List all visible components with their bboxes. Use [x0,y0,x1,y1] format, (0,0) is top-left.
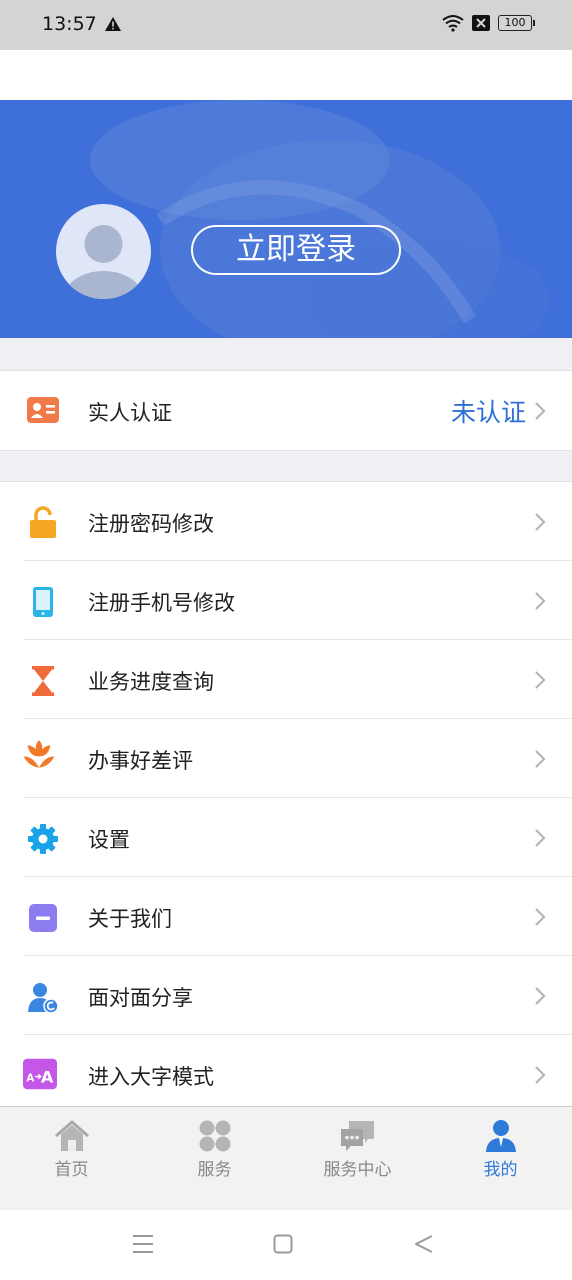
chevron-right-icon [535,829,546,847]
chevron-right-icon [535,1066,546,1084]
menu-item-change-phone[interactable]: 注册手机号修改 [0,561,572,640]
system-nav-bar [0,1210,572,1280]
chevron-right-icon [535,750,546,768]
chevron-right-icon [535,908,546,926]
menu-item-about-us[interactable]: 关于我们 [0,877,572,956]
login-button[interactable]: 立即登录 [191,225,401,275]
tab-label: 首页 [54,1160,89,1180]
avatar[interactable] [56,204,151,299]
chevron-right-icon [535,671,546,689]
services-grid-icon [199,1120,230,1152]
tab-mine[interactable]: 我的 [429,1119,572,1189]
svg-text:A: A [26,1074,34,1085]
large-font-icon: A A [23,1058,57,1090]
menu-item-label: 面对面分享 [88,986,193,1010]
battery-indicator: 100 [498,15,535,31]
svg-text:A: A [41,1068,54,1087]
menu-icon[interactable] [132,1234,154,1254]
info-card-icon [29,904,57,932]
tab-label: 服务中心 [323,1160,392,1180]
tab-home[interactable]: 首页 [0,1119,143,1189]
hourglass-icon [32,666,54,696]
chevron-right-icon [535,987,546,1005]
tab-services[interactable]: 服务 [143,1119,286,1189]
verification-status: 未认证 [450,398,526,427]
menu-item-change-password[interactable]: 注册密码修改 [0,482,572,561]
menu-item-label: 进入大字模式 [88,1065,214,1089]
menu-item-large-font-mode[interactable]: A A 进入大字模式 [0,1035,572,1114]
status-time: 13:57 [42,13,97,35]
chat-bubbles-icon [340,1121,374,1151]
tab-service-center[interactable]: 服务中心 [286,1119,429,1189]
menu-item-label: 注册密码修改 [88,512,214,536]
chevron-right-icon [535,592,546,610]
profile-banner: 立即登录 [0,100,572,338]
menu-item-label: 注册手机号修改 [88,591,235,615]
warning-icon [105,17,121,31]
wifi-icon [442,15,464,32]
verification-label: 实人认证 [88,401,172,425]
person-icon [485,1120,516,1152]
home-icon [54,1120,89,1151]
home-square-icon[interactable] [273,1234,293,1254]
header-spacer [0,50,572,100]
settings-menu-list: 注册密码修改 注册手机号修改 业务进度查询 办事好差评 设置 关于我们 面对面分… [0,481,572,1114]
flower-icon [23,740,55,768]
menu-item-label: 业务进度查询 [88,670,214,694]
menu-item-settings[interactable]: 设置 [0,798,572,877]
menu-item-label: 办事好差评 [88,749,193,773]
tab-label: 我的 [483,1160,518,1180]
id-card-icon [27,397,59,423]
tab-label: 服务 [197,1160,232,1180]
real-name-verification-row[interactable]: 实人认证 未认证 [0,370,572,451]
gear-icon [28,824,58,854]
lock-icon [30,506,56,538]
share-person-icon [28,983,59,1014]
back-icon[interactable] [414,1234,434,1254]
sim-off-icon [472,15,490,31]
chevron-right-icon [535,513,546,531]
bottom-tab-bar: 首页 服务 服务中心 我的 [0,1106,572,1211]
status-bar: 13:57 100 [0,0,572,50]
menu-item-service-rating[interactable]: 办事好差评 [0,719,572,798]
default-avatar-icon [63,225,144,299]
chevron-right-icon [535,402,546,420]
menu-item-face-to-face-share[interactable]: 面对面分享 [0,956,572,1035]
menu-item-label: 设置 [88,828,130,852]
menu-item-progress-query[interactable]: 业务进度查询 [0,640,572,719]
phone-icon [33,587,53,617]
menu-item-label: 关于我们 [88,907,172,931]
